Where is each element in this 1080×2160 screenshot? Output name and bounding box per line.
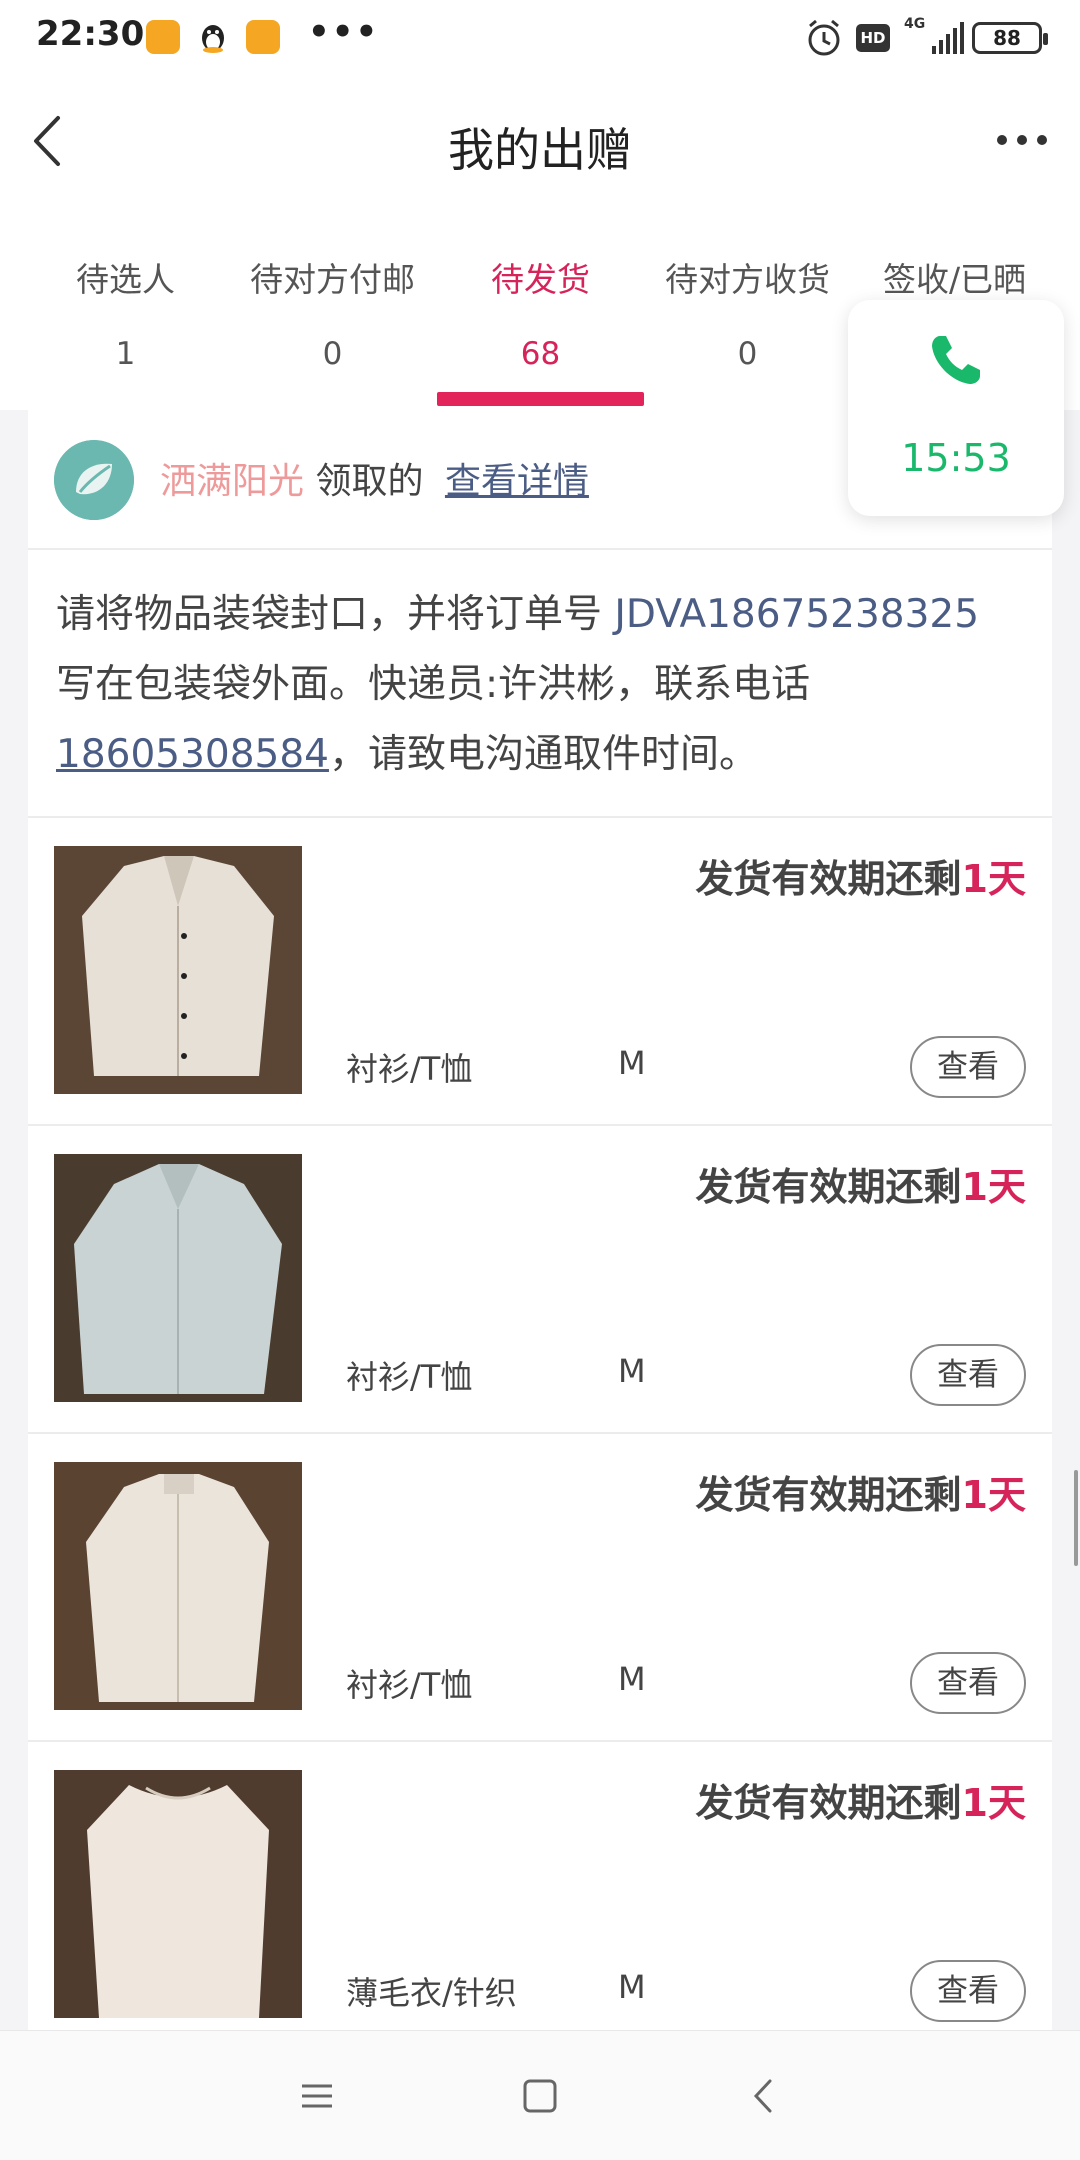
- view-button[interactable]: 查看: [910, 1652, 1026, 1714]
- tab-awaiting-selection[interactable]: 待选人 1: [22, 258, 229, 408]
- notification-app-icon-2: [246, 20, 280, 54]
- deadline-label: 发货有效期还剩: [695, 1165, 962, 1209]
- home-icon[interactable]: [515, 2071, 565, 2121]
- signal-icon: [932, 22, 964, 54]
- deadline-days: 1天: [961, 1473, 1026, 1517]
- alarm-icon: [808, 19, 840, 56]
- view-button[interactable]: 查看: [910, 1036, 1026, 1098]
- battery-indicator: 88: [972, 22, 1048, 54]
- notice-prefix: 请将物品装袋封口，并将订单号: [56, 592, 615, 637]
- tab-count: 0: [737, 336, 758, 372]
- item-category: 薄毛衣/针织: [346, 1974, 517, 2012]
- item-size: M: [618, 1660, 646, 1698]
- item-category: 衬衫/T恤: [346, 1666, 473, 1704]
- call-widget[interactable]: 15:53: [848, 300, 1064, 516]
- deadline-days: 1天: [961, 857, 1026, 901]
- item-category: 衬衫/T恤: [346, 1050, 473, 1088]
- list-item[interactable]: 发货有效期还剩1天 衬衫/T恤 M 查看: [28, 1126, 1052, 1434]
- shipping-instructions: 请将物品装袋封口，并将订单号 JDVA18675238325 写在包装袋外面。快…: [28, 550, 1052, 818]
- tab-count: 0: [322, 336, 343, 372]
- received-label: 领取的: [315, 461, 424, 502]
- deadline-days: 1天: [961, 1165, 1026, 1209]
- shipping-deadline: 发货有效期还剩1天: [696, 1156, 1026, 1211]
- status-bar: 22:30 ••• HD 4G 88: [0, 0, 1080, 80]
- network-type: 4G: [904, 16, 926, 32]
- tab-label: 待选人: [76, 260, 175, 299]
- menu-icon[interactable]: [292, 2071, 342, 2121]
- tab-awaiting-postage[interactable]: 待对方付邮 0: [229, 258, 436, 408]
- call-timer: 15:53: [901, 436, 1011, 480]
- tab-label: 待对方收货: [665, 260, 830, 299]
- item-category: 衬衫/T恤: [346, 1358, 473, 1396]
- item-photo: [54, 1154, 302, 1402]
- list-item[interactable]: 发货有效期还剩1天 衬衫/T恤 M 查看: [28, 1434, 1052, 1742]
- view-button[interactable]: 查看: [910, 1344, 1026, 1406]
- shipping-deadline: 发货有效期还剩1天: [696, 848, 1026, 903]
- back-icon[interactable]: [740, 2071, 790, 2121]
- notification-app-icon: [146, 20, 180, 54]
- app-header: 我的出赠: [0, 80, 1080, 240]
- deadline-days: 1天: [961, 1781, 1026, 1825]
- hd-icon: HD: [856, 24, 890, 52]
- item-photo: [54, 1462, 302, 1710]
- avatar: [54, 440, 134, 520]
- view-details-link[interactable]: 查看详情: [445, 461, 589, 502]
- phone-icon: [932, 336, 980, 384]
- gift-order-card: 洒满阳光 领取的 查看详情 请将物品装袋封口，并将订单号 JDVA1867523…: [28, 410, 1052, 2050]
- qq-penguin-icon: [196, 20, 230, 54]
- deadline-label: 发货有效期还剩: [695, 857, 962, 901]
- tab-label: 待对方付邮: [250, 260, 415, 299]
- page-title: 我的出赠: [448, 123, 632, 177]
- order-number: JDVA18675238325: [614, 592, 980, 637]
- deadline-label: 发货有效期还剩: [695, 1473, 962, 1517]
- receiver-line: 洒满阳光 领取的 查看详情: [160, 452, 589, 504]
- tab-label: 待发货: [491, 260, 590, 299]
- shipping-deadline: 发货有效期还剩1天: [696, 1772, 1026, 1827]
- more-notifications-indicator: •••: [308, 12, 380, 52]
- item-photo: [54, 1770, 302, 2018]
- list-item[interactable]: 发货有效期还剩1天 薄毛衣/针织 M 查看: [28, 1742, 1052, 2050]
- list-item[interactable]: 发货有效期还剩1天 衬衫/T恤 M 查看: [28, 818, 1052, 1126]
- notice-suffix: ，请致电沟通取件时间。: [328, 732, 758, 777]
- tab-label: 签收/已晒: [882, 260, 1027, 299]
- view-button[interactable]: 查看: [910, 1960, 1026, 2022]
- item-size: M: [618, 1968, 646, 2006]
- courier-phone-link[interactable]: 18605308584: [56, 732, 329, 777]
- status-time: 22:30: [36, 14, 145, 54]
- notice-mid: 写在包装袋外面。快递员:许洪彬，联系电话: [56, 662, 811, 707]
- item-size: M: [618, 1044, 646, 1082]
- receiver-name: 洒满阳光: [160, 461, 305, 502]
- tab-count: 1: [115, 336, 136, 372]
- tab-awaiting-shipment[interactable]: 待发货 68: [437, 258, 644, 408]
- item-size: M: [618, 1352, 646, 1390]
- item-photo: [54, 846, 302, 1094]
- shipping-deadline: 发货有效期还剩1天: [696, 1464, 1026, 1519]
- active-tab-indicator: [437, 392, 644, 406]
- scrollbar[interactable]: [1074, 1470, 1078, 1566]
- system-nav-bar: [0, 2030, 1080, 2160]
- tab-count: 68: [520, 336, 561, 372]
- deadline-label: 发货有效期还剩: [695, 1781, 962, 1825]
- tab-awaiting-receipt[interactable]: 待对方收货 0: [644, 258, 851, 408]
- more-options-icon[interactable]: [992, 120, 1052, 160]
